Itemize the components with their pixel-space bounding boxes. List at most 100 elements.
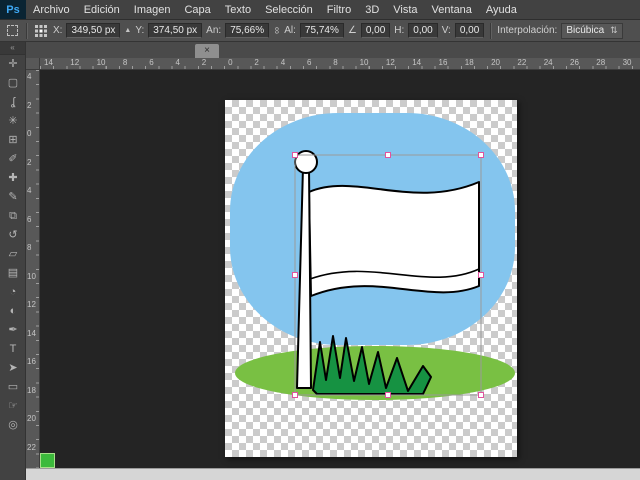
handle-top-center[interactable] [386,153,391,158]
interpolation-value: Bicúbica [566,25,604,36]
marquee-preset-icon [7,25,18,36]
dropdown-spinner-icon: ⇅ [610,25,618,36]
blur-tool[interactable]: ◔ [0,283,26,302]
type-tool[interactable]: T [0,340,26,359]
crop-tool-icon: ⊞ [8,135,17,146]
handle-middle-left[interactable] [293,273,298,278]
ruler-top-number: 28 [596,58,605,67]
canvas-pasteboard [40,70,640,468]
pen-tool[interactable]: ✒ [0,321,26,340]
menu-item-seleccin[interactable]: Selección [258,0,320,19]
zoom-tool[interactable]: ◎ [0,416,26,435]
move-tool[interactable]: ✛ [0,55,26,74]
menu-item-vista[interactable]: Vista [386,0,424,19]
link-dimensions-icon[interactable]: ∞ [271,27,282,34]
y-label: Y: [135,25,144,36]
menu-item-ventana[interactable]: Ventana [425,0,479,19]
handle-middle-right[interactable] [479,273,484,278]
dodge-tool[interactable]: ◐ [0,302,26,321]
v-skew-input[interactable]: 0,00 [455,23,484,38]
handle-bottom-right[interactable] [479,393,484,398]
tools-panel-collapse-button[interactable]: « [0,42,25,55]
ruler-left[interactable]: 420246810121416182022 [26,70,40,468]
ruler-top-number: 12 [386,58,395,67]
height-label: Al: [284,25,296,36]
y-input[interactable]: 374,50 px [148,23,202,38]
pole-ball [295,151,317,173]
ruler-left-number: 16 [27,357,36,366]
marquee-tool-icon: ▢ [8,78,18,89]
healing-brush-tool[interactable]: ✚ [0,169,26,188]
tool-list: ✛ ▢ ʆ ✳ ⊞ ✐ ✚ ✎⧉↺▱▤◔◐ ✒ T ➤ ▭☞◎ [0,55,25,435]
menu-item-3d[interactable]: 3D [358,0,386,19]
width-input[interactable]: 75,66% [225,23,269,38]
menu-item-ayuda[interactable]: Ayuda [479,0,524,19]
pen-tool-icon: ✒ [8,325,17,336]
ruler-top-number: 24 [544,58,553,67]
marquee-tool[interactable]: ▢ [0,74,26,93]
quick-selection-tool[interactable]: ✳ [0,112,26,131]
options-bar: X: 349,50 px ▲ Y: 374,50 px An: 75,66% ∞… [0,20,640,42]
eyedropper-tool[interactable]: ✐ [0,150,26,169]
crop-tool[interactable]: ⊞ [0,131,26,150]
close-tab-icon[interactable]: × [204,46,210,56]
ruler-left-number: 8 [27,243,31,252]
handle-top-right[interactable] [479,153,484,158]
menu-items: ArchivoEdiciónImagenCapaTextoSelecciónFi… [26,0,524,19]
reference-point-locator-icon[interactable] [33,23,49,39]
relative-position-toggle[interactable]: ▲ [124,27,131,34]
document-tab[interactable]: × [195,44,219,58]
menu-bar: Ps ArchivoEdiciónImagenCapaTextoSelecció… [0,0,640,20]
menu-item-capa[interactable]: Capa [177,0,217,19]
menu-item-edicin[interactable]: Edición [77,0,127,19]
quick-selection-tool-icon: ✳ [8,116,17,127]
brush-tool[interactable]: ✎ [0,188,26,207]
ruler-top[interactable]: 1412108642024681012141618202224262830 [40,58,640,70]
path-selection-tool[interactable]: ➤ [0,359,26,378]
menu-item-texto[interactable]: Texto [218,0,258,19]
ruler-left-number: 10 [27,272,36,281]
ruler-top-number: 10 [360,58,369,67]
ruler-top-number: 8 [333,58,337,67]
history-brush-tool[interactable]: ↺ [0,226,26,245]
eraser-tool[interactable]: ▱ [0,245,26,264]
reference-point-grid [35,25,47,37]
shape-tool[interactable]: ▭ [0,378,26,397]
ruler-left-number: 12 [27,300,36,309]
handle-bottom-left[interactable] [293,393,298,398]
menu-item-imagen[interactable]: Imagen [127,0,178,19]
document-canvas[interactable] [225,100,517,457]
menu-item-archivo[interactable]: Archivo [26,0,77,19]
separator [26,23,27,39]
transform-tool-icon [4,23,20,39]
healing-brush-tool-icon: ✚ [8,173,17,184]
artwork [225,100,517,457]
flag-shape [309,182,479,296]
path-selection-tool-icon: ➤ [8,363,17,374]
foreground-color-swatch[interactable] [40,453,55,468]
ruler-corner [26,58,40,70]
x-input[interactable]: 349,50 px [66,23,120,38]
lasso-tool[interactable]: ʆ [0,93,26,112]
angle-input[interactable]: 0,00 [361,23,390,38]
ruler-top-number: 12 [70,58,79,67]
ruler-left-number: 4 [27,72,31,81]
handle-bottom-center[interactable] [386,393,391,398]
interpolation-dropdown[interactable]: Bicúbica ⇅ [561,23,622,39]
ruler-top-number: 2 [254,58,258,67]
status-bar [26,468,640,480]
gradient-tool[interactable]: ▤ [0,264,26,283]
hand-tool[interactable]: ☞ [0,397,26,416]
type-tool-icon: T [10,344,17,355]
eyedropper-tool-icon: ✐ [8,154,17,165]
menu-item-filtro[interactable]: Filtro [320,0,358,19]
ruler-top-number: 8 [123,58,127,67]
height-input[interactable]: 75,74% [300,23,344,38]
ruler-left-number: 2 [27,101,31,110]
clone-stamp-tool[interactable]: ⧉ [0,207,26,226]
v-skew-label: V: [442,25,451,36]
handle-top-left[interactable] [293,153,298,158]
h-skew-label: H: [394,25,404,36]
ruler-left-number: 2 [27,158,31,167]
h-skew-input[interactable]: 0,00 [408,23,437,38]
